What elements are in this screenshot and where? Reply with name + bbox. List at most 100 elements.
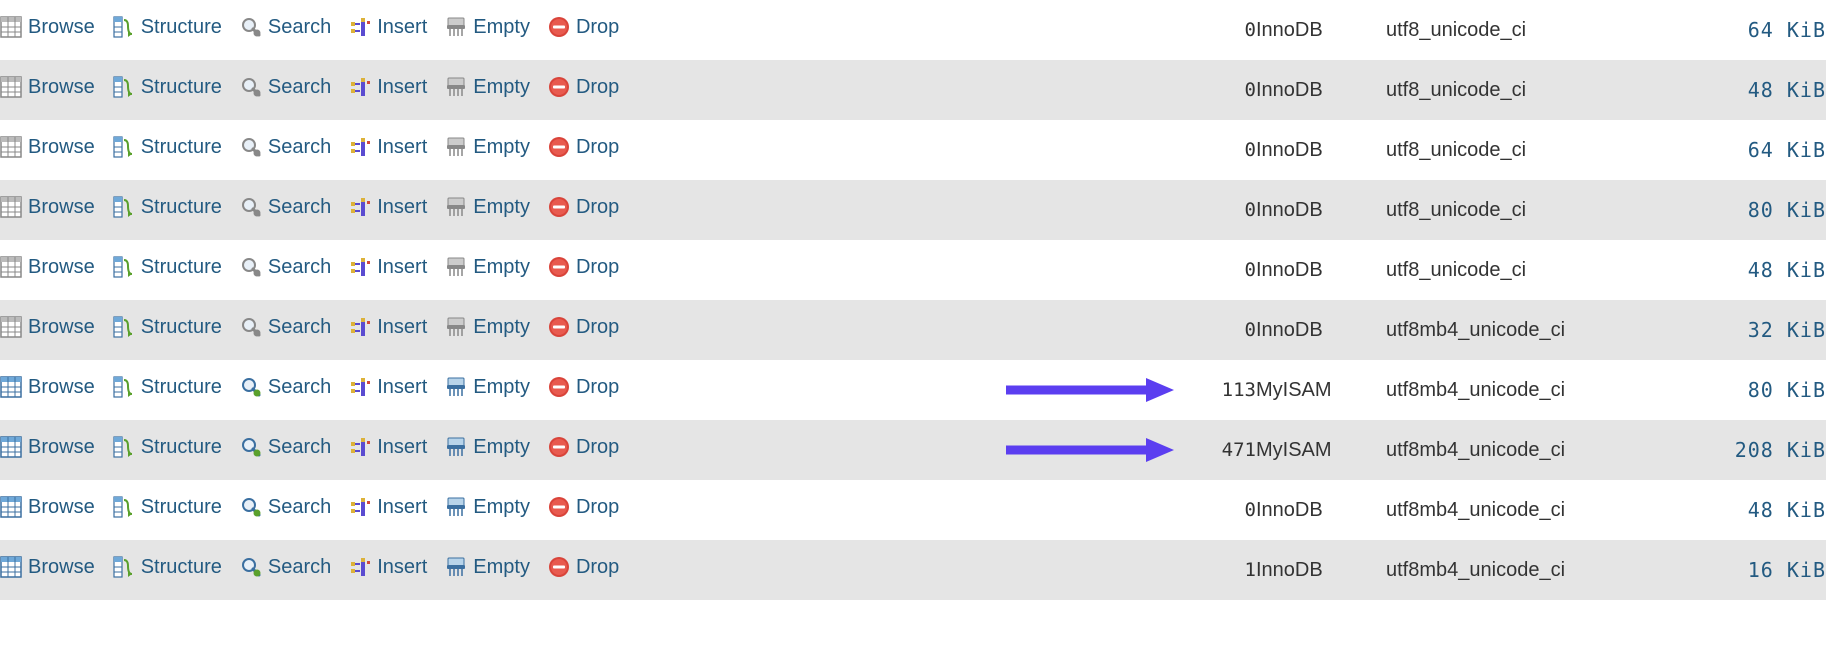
browse-icon (0, 556, 22, 578)
browse-link[interactable]: Browse (0, 496, 95, 519)
structure-link[interactable]: Structure (113, 376, 222, 399)
empty-link[interactable]: Empty (445, 136, 530, 159)
empty-link[interactable]: Empty (445, 376, 530, 399)
browse-icon (0, 376, 22, 398)
search-link[interactable]: Search (240, 376, 331, 399)
browse-link[interactable]: Browse (0, 76, 95, 99)
drop-label: Drop (576, 16, 619, 39)
insert-link[interactable]: Insert (349, 316, 427, 339)
empty-icon (445, 436, 467, 458)
drop-link[interactable]: Drop (548, 316, 619, 339)
empty-link[interactable]: Empty (445, 436, 530, 459)
drop-icon (548, 316, 570, 338)
browse-link[interactable]: Browse (0, 16, 95, 39)
table-row: BrowseStructureSearchInsertEmptyDrop113M… (0, 360, 1826, 420)
insert-link[interactable]: Insert (349, 136, 427, 159)
empty-label: Empty (473, 76, 530, 99)
insert-link[interactable]: Insert (349, 16, 427, 39)
drop-icon (548, 256, 570, 278)
structure-icon (113, 556, 135, 578)
insert-link[interactable]: Insert (349, 256, 427, 279)
search-link[interactable]: Search (240, 316, 331, 339)
browse-link[interactable]: Browse (0, 316, 95, 339)
structure-icon (113, 196, 135, 218)
search-link[interactable]: Search (240, 556, 331, 579)
drop-link[interactable]: Drop (548, 256, 619, 279)
drop-link[interactable]: Drop (548, 376, 619, 399)
collation: utf8_unicode_ci (1386, 180, 1686, 240)
empty-link[interactable]: Empty (445, 76, 530, 99)
drop-label: Drop (576, 316, 619, 339)
browse-link[interactable]: Browse (0, 136, 95, 159)
collation: utf8mb4_unicode_ci (1386, 540, 1686, 600)
drop-link[interactable]: Drop (548, 76, 619, 99)
insert-label: Insert (377, 316, 427, 339)
structure-icon (113, 16, 135, 38)
search-link[interactable]: Search (240, 196, 331, 219)
browse-icon (0, 496, 22, 518)
structure-link[interactable]: Structure (113, 556, 222, 579)
search-icon (240, 196, 262, 218)
search-icon (240, 316, 262, 338)
browse-label: Browse (28, 196, 95, 219)
table-row: BrowseStructureSearchInsertEmptyDrop0Inn… (0, 480, 1826, 540)
structure-link[interactable]: Structure (113, 496, 222, 519)
insert-link[interactable]: Insert (349, 436, 427, 459)
drop-link[interactable]: Drop (548, 436, 619, 459)
empty-link[interactable]: Empty (445, 16, 530, 39)
search-label: Search (268, 376, 331, 399)
empty-label: Empty (473, 16, 530, 39)
insert-link[interactable]: Insert (349, 76, 427, 99)
browse-icon (0, 136, 22, 158)
browse-link[interactable]: Browse (0, 196, 95, 219)
insert-link[interactable]: Insert (349, 496, 427, 519)
search-link[interactable]: Search (240, 16, 331, 39)
search-link[interactable]: Search (240, 76, 331, 99)
empty-link[interactable]: Empty (445, 196, 530, 219)
structure-label: Structure (141, 76, 222, 99)
empty-link[interactable]: Empty (445, 316, 530, 339)
insert-label: Insert (377, 256, 427, 279)
structure-link[interactable]: Structure (113, 16, 222, 39)
collation: utf8_unicode_ci (1386, 0, 1686, 60)
search-icon (240, 496, 262, 518)
browse-link[interactable]: Browse (0, 556, 95, 579)
empty-link[interactable]: Empty (445, 556, 530, 579)
search-link[interactable]: Search (240, 436, 331, 459)
browse-link[interactable]: Browse (0, 376, 95, 399)
insert-icon (349, 376, 371, 398)
row-count: 113 (1176, 360, 1256, 420)
search-label: Search (268, 496, 331, 519)
drop-link[interactable]: Drop (548, 496, 619, 519)
insert-link[interactable]: Insert (349, 196, 427, 219)
table-row: BrowseStructureSearchInsertEmptyDrop1Inn… (0, 540, 1826, 600)
browse-icon (0, 196, 22, 218)
search-link[interactable]: Search (240, 256, 331, 279)
structure-link[interactable]: Structure (113, 316, 222, 339)
browse-link[interactable]: Browse (0, 256, 95, 279)
insert-label: Insert (377, 16, 427, 39)
drop-link[interactable]: Drop (548, 556, 619, 579)
structure-link[interactable]: Structure (113, 136, 222, 159)
insert-icon (349, 316, 371, 338)
empty-link[interactable]: Empty (445, 496, 530, 519)
structure-link[interactable]: Structure (113, 436, 222, 459)
structure-link[interactable]: Structure (113, 196, 222, 219)
structure-link[interactable]: Structure (113, 256, 222, 279)
insert-link[interactable]: Insert (349, 376, 427, 399)
empty-label: Empty (473, 436, 530, 459)
collation: utf8mb4_unicode_ci (1386, 360, 1686, 420)
drop-link[interactable]: Drop (548, 196, 619, 219)
empty-link[interactable]: Empty (445, 256, 530, 279)
search-link[interactable]: Search (240, 136, 331, 159)
drop-label: Drop (576, 76, 619, 99)
drop-link[interactable]: Drop (548, 136, 619, 159)
drop-label: Drop (576, 436, 619, 459)
insert-link[interactable]: Insert (349, 556, 427, 579)
search-link[interactable]: Search (240, 496, 331, 519)
structure-icon (113, 256, 135, 278)
row-count: 0 (1176, 60, 1256, 120)
drop-link[interactable]: Drop (548, 16, 619, 39)
structure-link[interactable]: Structure (113, 76, 222, 99)
browse-link[interactable]: Browse (0, 436, 95, 459)
